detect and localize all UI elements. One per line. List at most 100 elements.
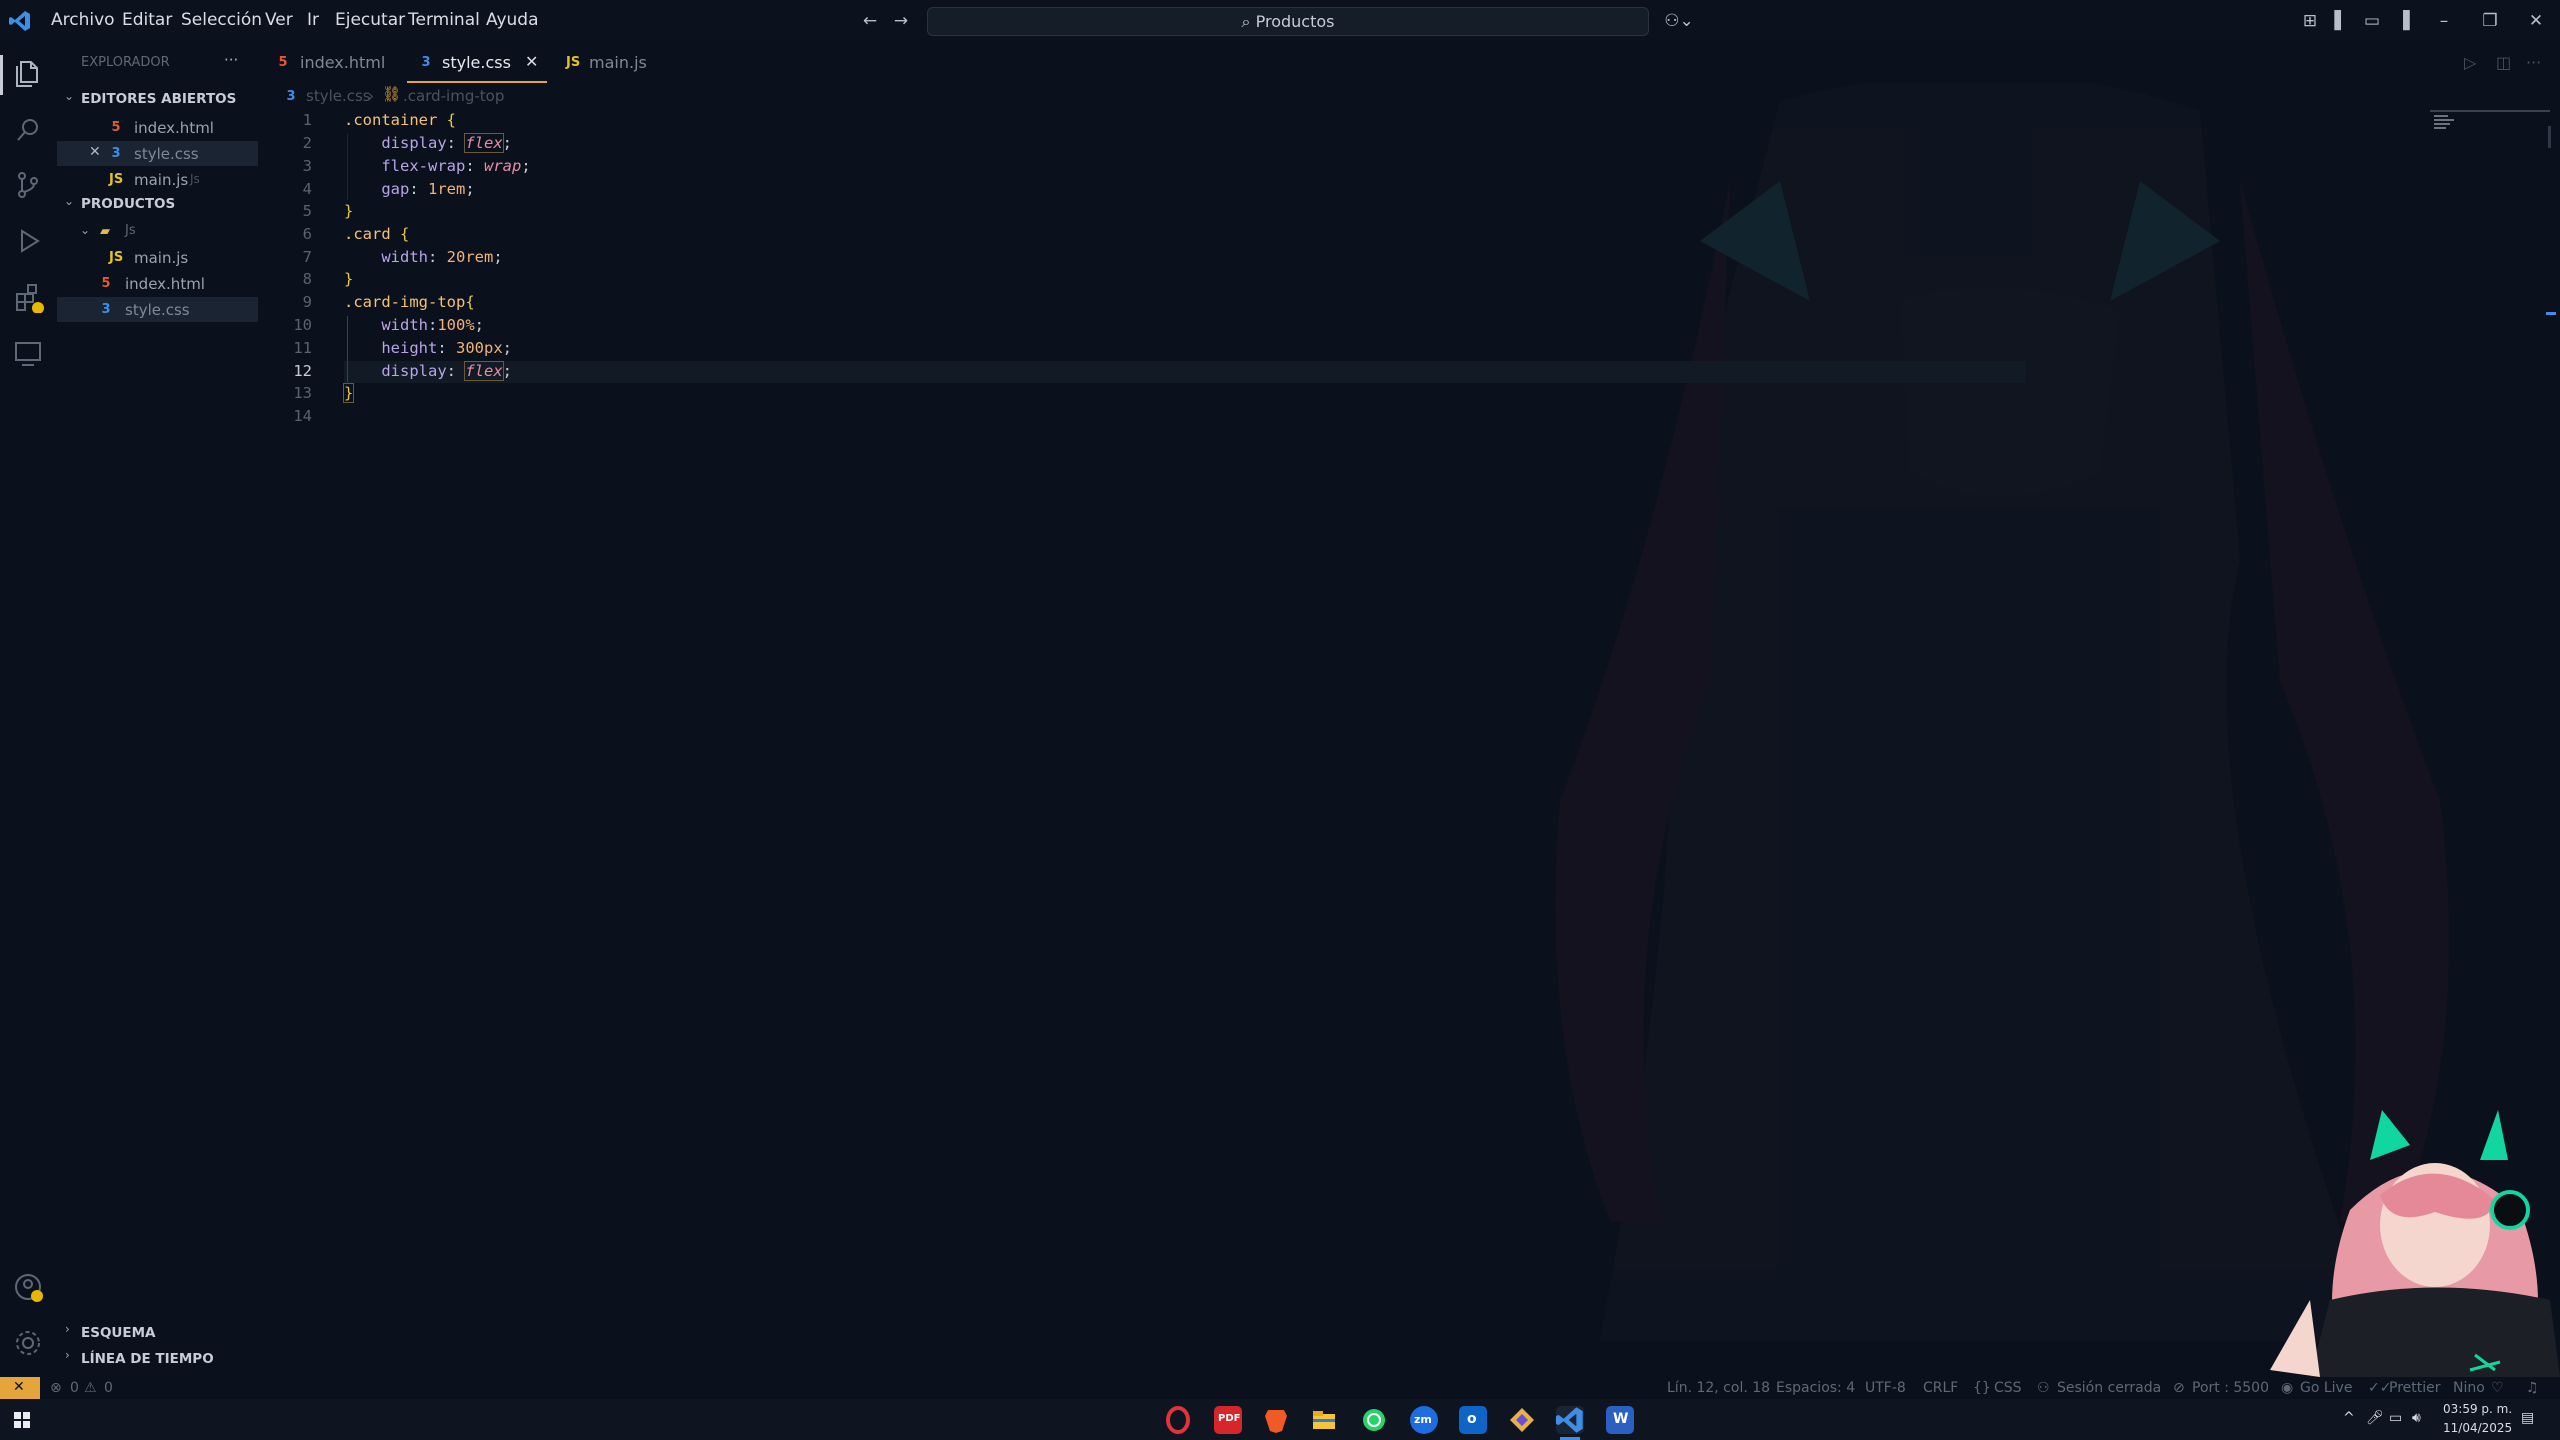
more-actions-icon[interactable]: ··· — [224, 51, 238, 69]
pdf-reader-icon[interactable]: PDF — [1214, 1406, 1242, 1434]
token-value: flex — [464, 133, 504, 153]
remote-explorer-icon[interactable] — [12, 337, 44, 369]
token-property: width — [381, 316, 428, 334]
network-icon[interactable]: ▭ — [2389, 1410, 2402, 1426]
menu-ir[interactable]: Ir — [307, 10, 319, 30]
open-editors-header[interactable]: EDITORES ABIERTOS — [81, 91, 236, 107]
token-brace: } — [344, 270, 354, 288]
file-explorer-icon[interactable] — [1310, 1406, 1338, 1434]
tab-main-js[interactable]: JS main.js — [554, 41, 664, 83]
back-arrow-icon[interactable]: ← — [860, 12, 880, 30]
zoom-icon[interactable]: zm — [1410, 1406, 1438, 1434]
tree-item[interactable]: 5 index.html — [57, 271, 264, 297]
code-editor[interactable]: 1 2 3 4 5 6 7 8 9 10 11 12 13 14 .contai… — [264, 108, 2560, 1377]
chevron-right-icon[interactable]: › — [65, 1322, 70, 1336]
accounts-icon[interactable] — [12, 1271, 44, 1303]
code-line: gap: 1rem; — [381, 180, 475, 198]
explorer-icon[interactable] — [12, 57, 44, 89]
run-icon[interactable]: ▷ — [2464, 53, 2476, 72]
language-mode[interactable]: CSS — [1994, 1380, 2022, 1396]
git-client-icon[interactable] — [1508, 1406, 1536, 1434]
clock-time[interactable]: 03:59 p. m. — [2443, 1402, 2512, 1416]
copilot-icon[interactable]: ⚇⌄ — [1662, 12, 1696, 30]
folder-item[interactable]: ⌄ ▰ Js — [57, 219, 264, 245]
open-editor-item[interactable]: 5 index.html — [57, 115, 264, 141]
menu-editar[interactable]: Editar — [122, 10, 172, 30]
volume-icon[interactable]: 🔊︎ — [2412, 1410, 2421, 1426]
extensions-icon[interactable] — [12, 281, 44, 313]
split-editor-icon[interactable]: ◫ — [2496, 53, 2511, 72]
live-server-port[interactable]: Port : 5500 — [2192, 1380, 2269, 1396]
vscode-taskbar-icon[interactable] — [1556, 1406, 1584, 1434]
open-editor-item[interactable]: JS main.js Js — [57, 167, 264, 193]
menu-ejecutar[interactable]: Ejecutar — [335, 10, 405, 30]
toggle-secondary-sidebar-icon[interactable]: ▐ — [2393, 12, 2413, 30]
tree-item[interactable]: JS main.js — [57, 245, 264, 271]
restore-icon[interactable]: ❐ — [2480, 12, 2500, 30]
run-debug-icon[interactable] — [12, 225, 44, 257]
breadcrumb-symbol[interactable]: .card-img-top — [403, 87, 504, 105]
brave-browser-icon[interactable] — [1262, 1406, 1290, 1434]
error-icon[interactable]: ⊗ — [50, 1380, 62, 1396]
command-center-search[interactable]: ⌕ Productos — [927, 7, 1649, 36]
close-tab-icon[interactable]: ✕ — [525, 52, 538, 71]
menu-terminal[interactable]: Terminal — [408, 10, 480, 30]
forward-arrow-icon[interactable]: → — [891, 12, 911, 30]
more-actions-icon[interactable]: ··· — [2526, 53, 2541, 72]
word-icon[interactable]: W — [1606, 1406, 1634, 1434]
menu-ayuda[interactable]: Ayuda — [486, 10, 539, 30]
tray-expand-icon[interactable]: ^ — [2343, 1410, 2355, 1426]
session-status[interactable]: Sesión cerrada — [2057, 1380, 2161, 1396]
whatsapp-icon[interactable] — [1360, 1406, 1388, 1434]
menu-seleccion[interactable]: Selección — [181, 10, 262, 30]
toggle-panel-icon[interactable]: ▭ — [2362, 12, 2382, 30]
close-window-icon[interactable]: ✕ — [2526, 12, 2546, 30]
go-live-button[interactable]: Go Live — [2300, 1380, 2352, 1396]
prettier-status[interactable]: Prettier — [2389, 1380, 2441, 1396]
menu-ver[interactable]: Ver — [265, 10, 293, 30]
customize-layout-icon[interactable]: ⊞ — [2300, 12, 2320, 30]
token-property: height — [381, 339, 438, 357]
line-number: 2 — [302, 134, 312, 152]
notification-center-icon[interactable]: ▤ — [2521, 1410, 2534, 1426]
source-control-icon[interactable] — [12, 169, 44, 201]
chevron-right-icon[interactable]: › — [65, 1348, 70, 1362]
microphone-icon[interactable]: 🎤︎ — [2366, 1410, 2384, 1426]
menu-archivo[interactable]: Archivo — [51, 10, 115, 30]
warning-icon[interactable]: ⚠ — [84, 1380, 97, 1396]
close-icon[interactable]: ✕ — [89, 144, 101, 160]
windows-start-icon[interactable] — [14, 1412, 30, 1428]
minimap[interactable] — [2430, 110, 2550, 140]
project-header[interactable]: PRODUCTOS — [81, 196, 175, 212]
indentation[interactable]: Espacios: 4 — [1776, 1380, 1855, 1396]
chevron-down-icon[interactable]: ⌄ — [64, 194, 74, 208]
notifications-bell-icon[interactable]: ♫ — [2526, 1380, 2539, 1396]
code-line: width:100%; — [381, 316, 485, 334]
clock-date[interactable]: 11/04/2025 — [2443, 1421, 2512, 1435]
opera-icon[interactable] — [1164, 1406, 1192, 1434]
error-count[interactable]: 0 — [70, 1380, 79, 1396]
breadcrumb-file[interactable]: style.css — [306, 87, 371, 105]
tree-item-label: main.js — [134, 249, 189, 267]
settings-gear-icon[interactable] — [12, 1327, 44, 1359]
encoding[interactable]: UTF-8 — [1865, 1380, 1906, 1396]
chevron-down-icon[interactable]: ⌄ — [64, 89, 74, 103]
line-ending[interactable]: CRLF — [1923, 1380, 1958, 1396]
toggle-primary-sidebar-icon[interactable]: ▌ — [2331, 12, 2351, 30]
remote-indicator[interactable]: ✕ — [0, 1377, 40, 1399]
line-number: 11 — [293, 339, 312, 357]
timeline-header[interactable]: LÍNEA DE TIEMPO — [81, 1351, 214, 1367]
outlook-icon[interactable]: o — [1459, 1406, 1487, 1434]
tab-style-css-active[interactable]: 3 style.css ✕ — [407, 41, 547, 83]
scrollbar-thumb[interactable] — [2548, 126, 2551, 148]
theme-user[interactable]: Nino — [2453, 1380, 2485, 1396]
tab-index-html[interactable]: 5 index.html — [264, 41, 400, 83]
tab-label: index.html — [300, 53, 386, 72]
tree-item-selected[interactable]: 3 style.css — [57, 297, 258, 322]
outline-header[interactable]: ESQUEMA — [81, 1325, 156, 1341]
open-editor-item-active[interactable]: ✕ 3 style.css — [57, 141, 258, 166]
cursor-position[interactable]: Lín. 12, col. 18 — [1667, 1380, 1770, 1396]
minimize-icon[interactable]: – — [2434, 12, 2454, 30]
search-icon[interactable] — [12, 114, 44, 146]
warning-count[interactable]: 0 — [104, 1380, 113, 1396]
